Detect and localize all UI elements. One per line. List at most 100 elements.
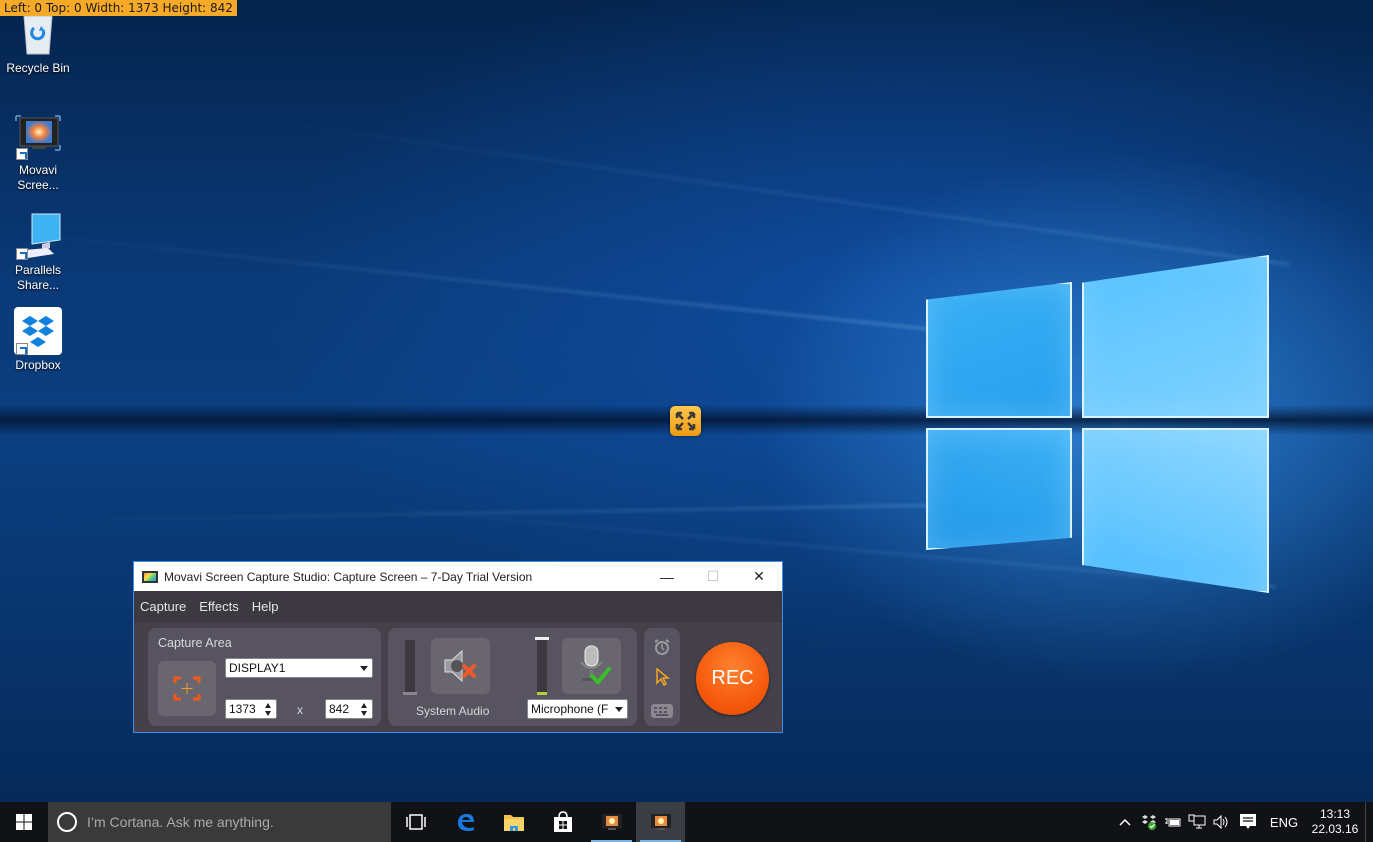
desktop-icon-label: Dropbox — [15, 358, 61, 372]
taskbar: I’m Cortana. Ask me anything. ENG 13:13 … — [0, 802, 1373, 842]
taskbar-file-explorer[interactable] — [489, 802, 538, 842]
microphone-volume-slider[interactable] — [535, 637, 549, 695]
logo-pane-bottom-left — [926, 428, 1072, 550]
logo-pane-bottom-right — [1082, 428, 1269, 593]
show-hidden-icons-button[interactable] — [1113, 802, 1137, 842]
maximize-button[interactable]: ☐ — [690, 562, 736, 591]
light-beam — [0, 230, 955, 334]
microphone-select[interactable]: Microphone (F — [527, 699, 628, 719]
movavi-icon — [14, 112, 62, 160]
display-select-value: DISPLAY1 — [229, 661, 286, 675]
system-audio-volume-slider[interactable] — [403, 640, 417, 695]
capture-area-panel: Capture Area DISPLAY1 1373 x 842 — [148, 628, 381, 726]
desktop-icon-label: Parallels Share... — [14, 263, 62, 292]
expand-arrows-icon — [675, 411, 696, 431]
desktop-icon-recycle-bin[interactable]: Recycle Bin — [4, 10, 72, 76]
tray-network[interactable] — [1185, 802, 1209, 842]
language-indicator[interactable]: ENG — [1263, 802, 1305, 842]
tray-volume[interactable] — [1209, 802, 1233, 842]
movavi-window: Movavi Screen Capture Studio: Capture Sc… — [133, 561, 783, 733]
record-button[interactable]: REC — [696, 642, 769, 715]
tray-battery[interactable] — [1161, 802, 1185, 842]
show-desktop-button[interactable] — [1365, 802, 1373, 842]
notification-icon — [1240, 814, 1256, 829]
taskbar-edge[interactable] — [440, 802, 489, 842]
movavi-icon — [601, 814, 622, 830]
light-beam — [0, 503, 940, 523]
taskbar-movavi-1[interactable] — [587, 802, 636, 842]
expand-capture-button[interactable] — [670, 406, 701, 436]
spin-arrows-icon[interactable] — [265, 703, 272, 716]
slider-handle[interactable] — [403, 692, 417, 695]
microphone-toggle[interactable] — [562, 638, 621, 694]
height-value: 842 — [329, 702, 350, 716]
chevron-up-icon — [1119, 818, 1131, 826]
task-view-icon — [405, 814, 426, 830]
volume-icon — [1213, 814, 1228, 830]
clock-time: 13:13 — [1319, 807, 1351, 821]
tools-panel — [644, 628, 680, 726]
system-audio-toggle[interactable] — [431, 638, 490, 694]
minimize-button[interactable]: — — [644, 562, 690, 591]
chevron-down-icon — [615, 707, 623, 712]
app-icon — [142, 570, 158, 583]
desktop-icon-dropbox[interactable]: Dropbox — [4, 307, 72, 373]
cortana-placeholder: I’m Cortana. Ask me anything. — [87, 814, 274, 830]
speaker-muted-icon — [444, 649, 476, 683]
logo-pane-top-left — [926, 282, 1072, 418]
audio-panel: System Audio Microphone (F — [388, 628, 637, 726]
store-icon — [553, 811, 572, 832]
edge-icon — [457, 814, 474, 831]
capture-area-label: Capture Area — [158, 636, 232, 650]
tray-dropbox[interactable] — [1137, 802, 1161, 842]
menu-capture[interactable]: Capture — [140, 599, 186, 614]
taskbar-store[interactable] — [538, 802, 587, 842]
slider-max-marker — [535, 637, 549, 640]
recycle-bin-icon — [14, 10, 62, 58]
system-audio-label: System Audio — [416, 704, 490, 718]
microphone-enabled-icon — [580, 645, 611, 685]
alarm-clock-icon[interactable] — [652, 638, 672, 661]
logo-pane-top-right — [1082, 255, 1269, 418]
light-beam — [199, 110, 1290, 267]
dropbox-sync-icon — [1142, 815, 1156, 830]
desktop-icon-parallels[interactable]: Parallels Share... — [4, 212, 72, 293]
capture-controls: Capture Area DISPLAY1 1373 x 842 System … — [134, 622, 782, 732]
measure-overlay: Left: 0 Top: 0 Width: 1373 Height: 842 — [0, 0, 237, 16]
slider-handle[interactable] — [537, 692, 547, 695]
display-select[interactable]: DISPLAY1 — [225, 658, 373, 678]
system-tray: ENG 13:13 22.03.16 — [1113, 802, 1373, 842]
clock[interactable]: 13:13 22.03.16 — [1305, 807, 1365, 837]
shortcut-arrow-icon — [16, 248, 28, 260]
desktop-icon-label: Recycle Bin — [6, 61, 70, 75]
spin-arrows-icon[interactable] — [361, 703, 368, 716]
menu-bar: Capture Effects Help — [134, 591, 782, 621]
height-stepper[interactable]: 842 — [325, 699, 373, 719]
cortana-search-box[interactable]: I’m Cortana. Ask me anything. — [48, 802, 391, 842]
movavi-icon — [650, 814, 671, 830]
desktop-icon-movavi[interactable]: Movavi Scree... — [4, 112, 72, 193]
menu-help[interactable]: Help — [252, 599, 279, 614]
file-explorer-icon — [503, 815, 524, 831]
microphone-select-value: Microphone (F — [531, 702, 609, 716]
shortcut-arrow-icon — [16, 343, 28, 355]
start-button[interactable] — [0, 802, 48, 842]
width-stepper[interactable]: 1373 — [225, 699, 277, 719]
cortana-icon — [57, 812, 77, 832]
parallels-monitor-icon — [14, 212, 62, 260]
keyboard-icon[interactable] — [650, 703, 674, 724]
action-center-button[interactable] — [1233, 802, 1263, 842]
select-area-button[interactable] — [158, 661, 216, 716]
battery-charging-icon — [1165, 818, 1181, 827]
menu-effects[interactable]: Effects — [199, 599, 239, 614]
close-button[interactable]: ✕ — [736, 562, 782, 591]
width-value: 1373 — [229, 702, 256, 716]
window-title: Movavi Screen Capture Studio: Capture Sc… — [164, 569, 533, 584]
crop-frame-icon — [173, 676, 201, 701]
clock-date: 22.03.16 — [1311, 822, 1359, 836]
cursor-icon[interactable] — [655, 667, 671, 691]
task-view-button[interactable] — [391, 802, 440, 842]
dimension-separator: x — [297, 703, 303, 717]
title-bar[interactable]: Movavi Screen Capture Studio: Capture Sc… — [134, 562, 782, 591]
taskbar-movavi-2[interactable] — [636, 802, 685, 842]
